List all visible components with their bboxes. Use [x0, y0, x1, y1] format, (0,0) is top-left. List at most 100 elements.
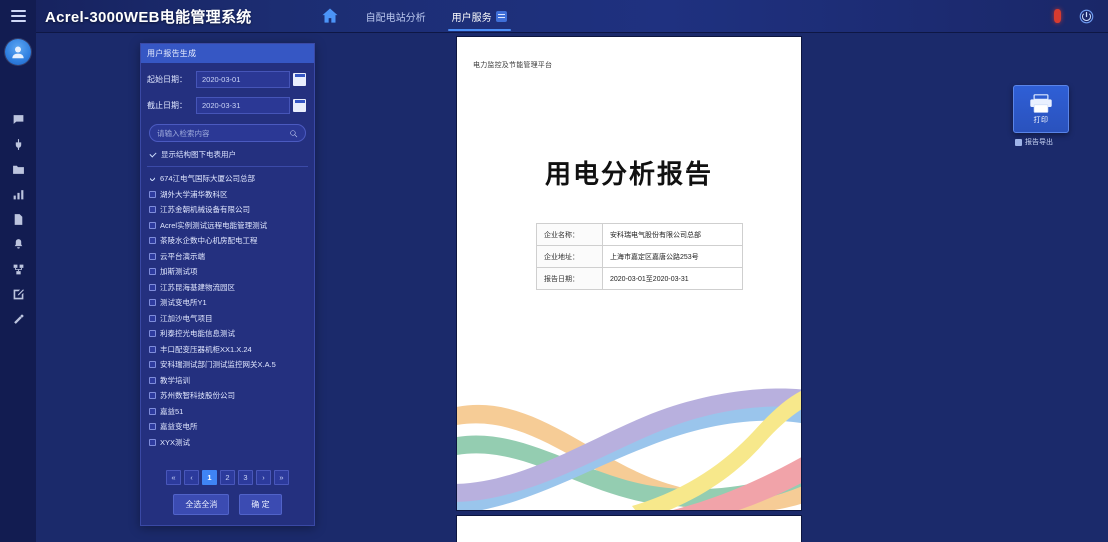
checkbox-icon[interactable]	[149, 346, 156, 353]
search-placeholder: 请输入检索内容	[157, 128, 289, 139]
checkbox-icon[interactable]	[149, 361, 156, 368]
end-date-input[interactable]: 2020-03-31	[196, 97, 290, 114]
sidebar-item-document[interactable]	[0, 207, 36, 232]
checkbox-icon[interactable]	[149, 191, 156, 198]
start-date-calendar-icon[interactable]	[293, 73, 306, 86]
tree-item[interactable]: 嘉益变电所	[147, 419, 308, 435]
sidebar-item-power-plug[interactable]	[0, 132, 36, 157]
checked-box-icon[interactable]	[149, 175, 156, 182]
sidebar-item-bell[interactable]	[0, 232, 36, 257]
show-structure-checkbox[interactable]: 显示结构图下电表用户	[149, 149, 306, 160]
report-info-value: 2020-03-01至2020-03-31	[603, 268, 743, 290]
checkbox-icon[interactable]	[149, 408, 156, 415]
tree-item[interactable]: Acrel实例测试远程电能管理测试	[147, 218, 308, 234]
tree-item-label: 嘉益51	[160, 406, 183, 417]
sidebar-item-tools[interactable]	[0, 307, 36, 332]
tree-item[interactable]: 苏州数智科技股份公司	[147, 388, 308, 404]
tree-item[interactable]: 安科瑞测试部门测试监控网关X.A.5	[147, 357, 308, 373]
report-info-value: 上海市嘉定区嘉唐公路253号	[603, 246, 743, 268]
tree-item[interactable]: 嘉益51	[147, 404, 308, 420]
pagination-first[interactable]: «	[166, 470, 181, 485]
sidebar-item-folder[interactable]	[0, 157, 36, 182]
checkbox-icon[interactable]	[149, 439, 156, 446]
checkbox-icon[interactable]	[149, 253, 156, 260]
checkbox-icon[interactable]	[149, 268, 156, 275]
tree-item[interactable]: 利泰控光电能信息测试	[147, 326, 308, 342]
tree-item[interactable]: 丰口配变压器机柜XX1.X.24	[147, 342, 308, 358]
hamburger-line	[11, 15, 26, 17]
document-icon	[12, 213, 25, 226]
sidebar-item-network[interactable]	[0, 257, 36, 282]
pagination-next[interactable]: ›	[256, 470, 271, 485]
bell-icon	[12, 238, 25, 251]
checkbox-icon[interactable]	[149, 330, 156, 337]
printer-icon	[1028, 94, 1054, 114]
pagination-page-3[interactable]: 3	[238, 470, 253, 485]
select-all-button[interactable]: 全选全消	[173, 494, 229, 515]
checkbox-icon[interactable]	[149, 222, 156, 229]
panel-title: 用户报告生成	[141, 44, 314, 63]
tree-item[interactable]: 674江电气国际大厦公司总部	[147, 171, 308, 187]
print-button[interactable]: 打印	[1013, 85, 1069, 133]
power-icon[interactable]	[1079, 9, 1094, 24]
tree-item-label: 苏州数智科技股份公司	[160, 390, 235, 401]
tree-item-label: 测试变电所Y1	[160, 297, 207, 308]
search-icon	[289, 129, 298, 138]
checkbox-icon[interactable]	[149, 237, 156, 244]
report-header-text: 电力监控及节能管理平台	[473, 60, 552, 70]
tree-item[interactable]: 湖外大学浦华教科区	[147, 187, 308, 203]
message-icon	[12, 113, 25, 126]
nav-label: 自配电站分析	[366, 9, 426, 24]
user-avatar[interactable]	[5, 39, 31, 65]
search-input[interactable]: 请输入检索内容	[149, 124, 306, 142]
tree-item[interactable]: 江苏昆海基建物流园区	[147, 280, 308, 296]
nav-item-user-service[interactable]: 用户服务	[452, 0, 507, 33]
report-info-row: 报告日期：2020-03-01至2020-03-31	[537, 268, 743, 290]
tree-item[interactable]: 江苏金朝机械设备有限公司	[147, 202, 308, 218]
report-info-label: 企业名称：	[537, 224, 603, 246]
tree-item[interactable]: 测试变电所Y1	[147, 295, 308, 311]
start-date-input[interactable]: 2020-03-01	[196, 71, 290, 88]
nav-item-substation-analysis[interactable]: 自配电站分析	[366, 0, 426, 33]
end-date-calendar-icon[interactable]	[293, 99, 306, 112]
report-title: 用电分析报告	[457, 154, 801, 191]
pagination-page-2[interactable]: 2	[220, 470, 235, 485]
checkbox-icon[interactable]	[149, 392, 156, 399]
export-report-option[interactable]: 报告导出	[1013, 137, 1069, 147]
sidebar-item-edit[interactable]	[0, 282, 36, 307]
tree-item-label: 丰口配变压器机柜XX1.X.24	[160, 344, 252, 355]
tree-item[interactable]: 加斯测试项	[147, 264, 308, 280]
tree-item[interactable]: 江加沙电气项目	[147, 311, 308, 327]
pagination-page-1[interactable]: 1	[202, 470, 217, 485]
pagination-last[interactable]: »	[274, 470, 289, 485]
home-icon[interactable]	[320, 6, 340, 26]
app-root: Acrel-3000WEB电能管理系统 自配电站分析 用户服务	[0, 0, 1108, 542]
top-bar-actions	[1054, 9, 1108, 24]
alert-indicator-icon[interactable]	[1054, 9, 1061, 23]
start-date-field: 起始日期： 2020-03-01	[147, 69, 306, 89]
checkbox-icon[interactable]	[149, 299, 156, 306]
report-info-row: 企业名称：安科瑞电气股份有限公司总部	[537, 224, 743, 246]
report-info-label: 企业地址：	[537, 246, 603, 268]
sidebar-item-message[interactable]	[0, 107, 36, 132]
pagination-prev[interactable]: ‹	[184, 470, 199, 485]
tree-item[interactable]: 教学培训	[147, 373, 308, 389]
hamburger-icon[interactable]	[0, 0, 36, 33]
tree-item[interactable]: XYX测试	[147, 435, 308, 451]
confirm-button[interactable]: 确 定	[239, 494, 281, 515]
checkbox-icon[interactable]	[149, 206, 156, 213]
tree-item[interactable]: 云平台演示端	[147, 249, 308, 265]
tools-icon	[12, 313, 25, 326]
tree-item-label: 674江电气国际大厦公司总部	[160, 173, 255, 184]
checkbox-icon[interactable]	[149, 377, 156, 384]
nav-active-underline	[448, 29, 511, 31]
print-button-label: 打印	[1034, 115, 1049, 125]
sidebar-item-chart[interactable]	[0, 182, 36, 207]
start-date-label: 起始日期：	[147, 74, 193, 85]
top-navigation: 自配电站分析 用户服务	[320, 0, 507, 33]
checkbox-icon[interactable]	[149, 284, 156, 291]
checkbox-icon[interactable]	[149, 423, 156, 430]
checkbox-icon[interactable]	[149, 315, 156, 322]
report-page-2	[457, 516, 801, 542]
tree-item[interactable]: 茶陵水企数中心机房配电工程	[147, 233, 308, 249]
